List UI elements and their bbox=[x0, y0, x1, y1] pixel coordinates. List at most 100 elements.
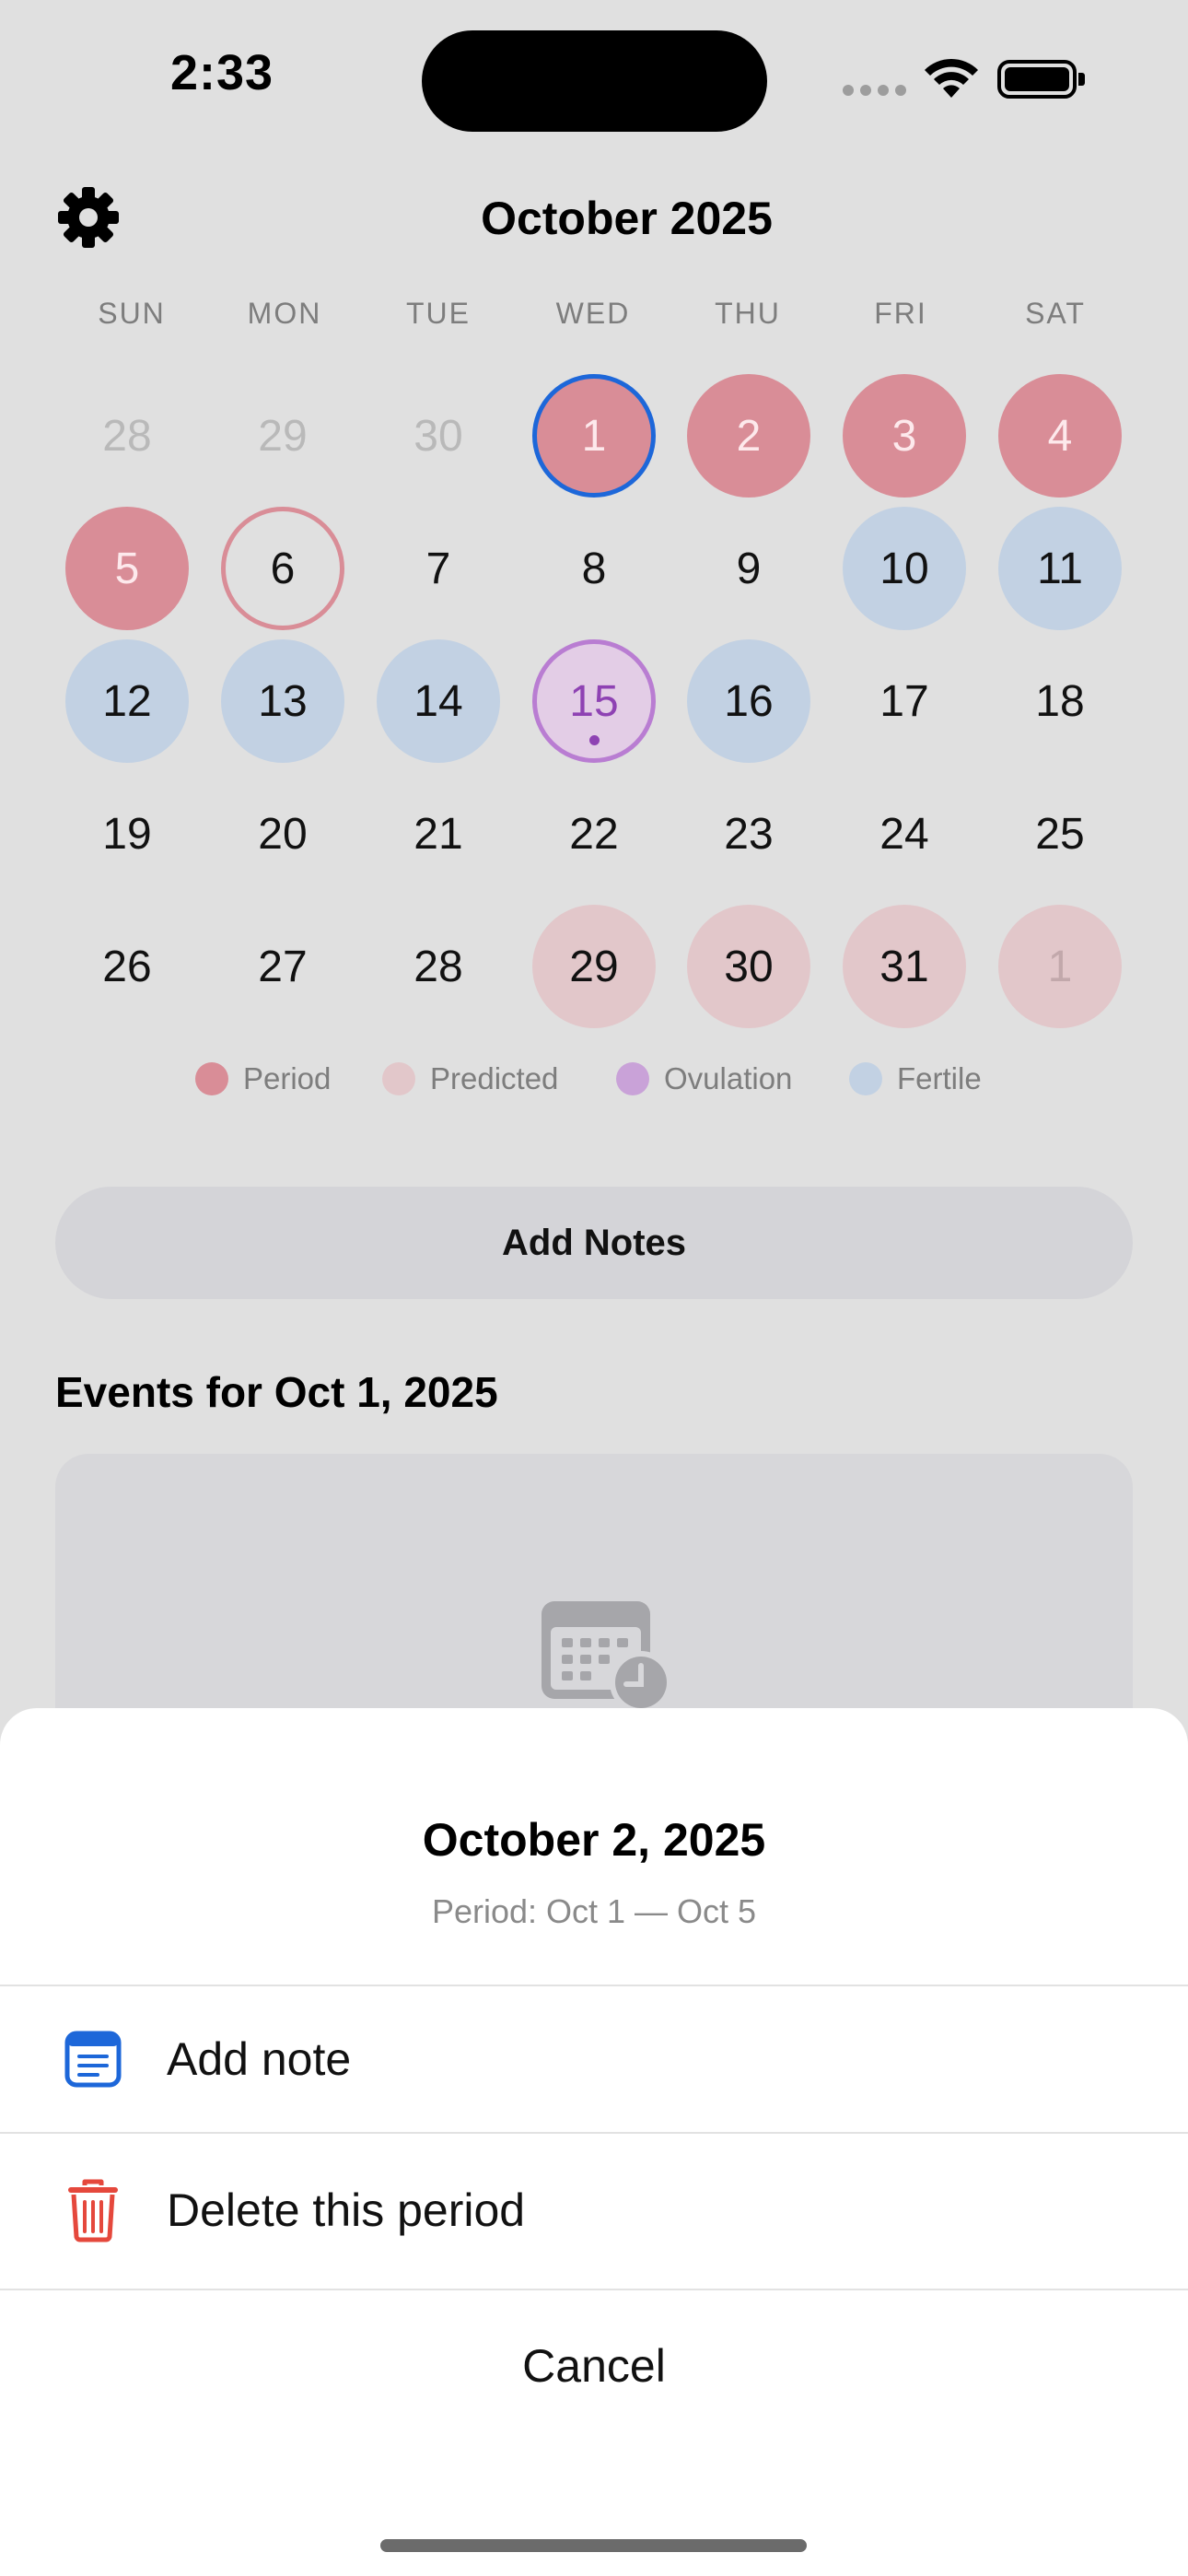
legend-label: Fertile bbox=[897, 1061, 982, 1095]
calendar-day-number: 24 bbox=[879, 809, 929, 859]
legend-dot bbox=[849, 1062, 882, 1095]
calendar-day-number: 13 bbox=[258, 676, 308, 726]
legend-item-ovulation: Ovulation bbox=[616, 1061, 792, 1096]
add-note-label: Add note bbox=[167, 2033, 352, 2085]
month-title: October 2025 bbox=[481, 193, 773, 244]
calendar-day[interactable]: 28 bbox=[65, 374, 189, 498]
calendar-day-number: 15 bbox=[569, 676, 619, 726]
calendar-day-number: 8 bbox=[581, 544, 607, 593]
calendar-day-number: 26 bbox=[102, 942, 152, 991]
calendar-day-number: 14 bbox=[413, 676, 463, 726]
weekday-tue: TUE bbox=[406, 297, 471, 330]
calendar-day-number: 5 bbox=[114, 544, 140, 593]
calendar-day-number: 10 bbox=[879, 544, 929, 593]
calendar-day[interactable]: 30 bbox=[687, 905, 810, 1028]
calendar-day-number: 25 bbox=[1035, 809, 1085, 859]
dynamic-island bbox=[422, 30, 767, 132]
calendar-day-number: 19 bbox=[102, 809, 152, 859]
calendar-day[interactable]: 20 bbox=[221, 772, 344, 896]
weekday-thu: THU bbox=[715, 297, 781, 330]
calendar-day-number: 30 bbox=[724, 942, 774, 991]
legend-item-fertile: Fertile bbox=[849, 1061, 982, 1096]
cancel-button[interactable]: Cancel bbox=[0, 2292, 1188, 2440]
calendar-day-number: 17 bbox=[879, 676, 929, 726]
calendar-day-number: 28 bbox=[102, 411, 152, 461]
calendar-day-number: 12 bbox=[102, 676, 152, 726]
calendar-day[interactable]: 6 bbox=[221, 507, 344, 630]
calendar-day[interactable]: 19 bbox=[65, 772, 189, 896]
calendar-day[interactable]: 14 bbox=[377, 639, 500, 763]
calendar-day-number: 30 bbox=[413, 411, 463, 461]
divider bbox=[0, 2289, 1188, 2290]
calendar-day-number: 21 bbox=[413, 809, 463, 859]
calendar-day-number: 2 bbox=[736, 411, 762, 461]
legend-dot bbox=[616, 1062, 649, 1095]
calendar-day[interactable]: 27 bbox=[221, 905, 344, 1028]
status-time: 2:33 bbox=[170, 45, 274, 100]
note-icon bbox=[64, 2031, 122, 2088]
calendar-day[interactable]: 30 bbox=[377, 374, 500, 498]
calendar-day[interactable]: 28 bbox=[377, 905, 500, 1028]
event-dot-icon bbox=[589, 735, 600, 745]
calendar-day-number: 27 bbox=[258, 942, 308, 991]
delete-period-label: Delete this period bbox=[167, 2184, 526, 2236]
events-title: Events for Oct 1, 2025 bbox=[55, 1368, 498, 1416]
calendar-day-number: 18 bbox=[1035, 676, 1085, 726]
calendar-day-number: 4 bbox=[1047, 411, 1073, 461]
calendar-day-number: 29 bbox=[258, 411, 308, 461]
calendar-day[interactable]: 29 bbox=[221, 374, 344, 498]
calendar-day[interactable]: 2 bbox=[687, 374, 810, 498]
calendar-day-number: 23 bbox=[724, 809, 774, 859]
legend-dot bbox=[195, 1062, 228, 1095]
legend-dot bbox=[382, 1062, 415, 1095]
calendar-day-number: 28 bbox=[413, 942, 463, 991]
calendar-day-number: 9 bbox=[736, 544, 762, 593]
calendar-day[interactable]: 18 bbox=[998, 639, 1122, 763]
legend-item-predicted: Predicted bbox=[382, 1061, 558, 1096]
add-notes-button[interactable]: Add Notes bbox=[55, 1187, 1133, 1299]
calendar-day[interactable]: 23 bbox=[687, 772, 810, 896]
legend-item-period: Period bbox=[195, 1061, 331, 1096]
calendar-day[interactable]: 5 bbox=[65, 507, 189, 630]
calendar-day[interactable]: 26 bbox=[65, 905, 189, 1028]
calendar-day[interactable]: 7 bbox=[377, 507, 500, 630]
legend: Period Predicted Ovulation Fertile bbox=[0, 1061, 1188, 1098]
calendar-day[interactable]: 10 bbox=[843, 507, 966, 630]
calendar-day[interactable]: 31 bbox=[843, 905, 966, 1028]
calendar-day[interactable]: 1 bbox=[998, 905, 1122, 1028]
calendar-day[interactable]: 13 bbox=[221, 639, 344, 763]
calendar-day[interactable]: 25 bbox=[998, 772, 1122, 896]
calendar-day[interactable]: 1 bbox=[532, 374, 656, 498]
calendar-day[interactable]: 4 bbox=[998, 374, 1122, 498]
weekday-wed: WED bbox=[555, 297, 631, 330]
calendar-day-number: 1 bbox=[581, 411, 607, 461]
calendar-day[interactable]: 22 bbox=[532, 772, 656, 896]
calendar-day[interactable]: 21 bbox=[377, 772, 500, 896]
calendar-day[interactable]: 16 bbox=[687, 639, 810, 763]
calendar-day-number: 1 bbox=[1047, 942, 1073, 991]
calendar-day[interactable]: 12 bbox=[65, 639, 189, 763]
calendar-day[interactable]: 24 bbox=[843, 772, 966, 896]
calendar-day-number: 29 bbox=[569, 942, 619, 991]
calendar-day[interactable]: 11 bbox=[998, 507, 1122, 630]
legend-label: Period bbox=[243, 1061, 332, 1095]
calendar-day-number: 11 bbox=[1037, 544, 1083, 593]
wifi-icon bbox=[925, 58, 978, 98]
trash-icon bbox=[68, 2179, 118, 2242]
weekday-sat: SAT bbox=[1025, 297, 1086, 330]
calendar-day-number: 3 bbox=[891, 411, 917, 461]
sheet-title: October 2, 2025 bbox=[422, 1814, 766, 1866]
calendar-day[interactable]: 15 bbox=[532, 639, 656, 763]
calendar-day-number: 20 bbox=[258, 809, 308, 859]
calendar-day-number: 22 bbox=[569, 809, 619, 859]
calendar-day[interactable]: 8 bbox=[532, 507, 656, 630]
calendar-day[interactable]: 17 bbox=[843, 639, 966, 763]
weekday-mon: MON bbox=[247, 297, 322, 330]
calendar-day[interactable]: 29 bbox=[532, 905, 656, 1028]
calendar-day-number: 6 bbox=[270, 544, 296, 593]
sheet-subtitle: Period: Oct 1 — Oct 5 bbox=[431, 1892, 757, 1930]
calendar-day[interactable]: 9 bbox=[687, 507, 810, 630]
calendar-day-number: 16 bbox=[724, 676, 774, 726]
calendar-day[interactable]: 3 bbox=[843, 374, 966, 498]
home-indicator bbox=[380, 2539, 807, 2552]
